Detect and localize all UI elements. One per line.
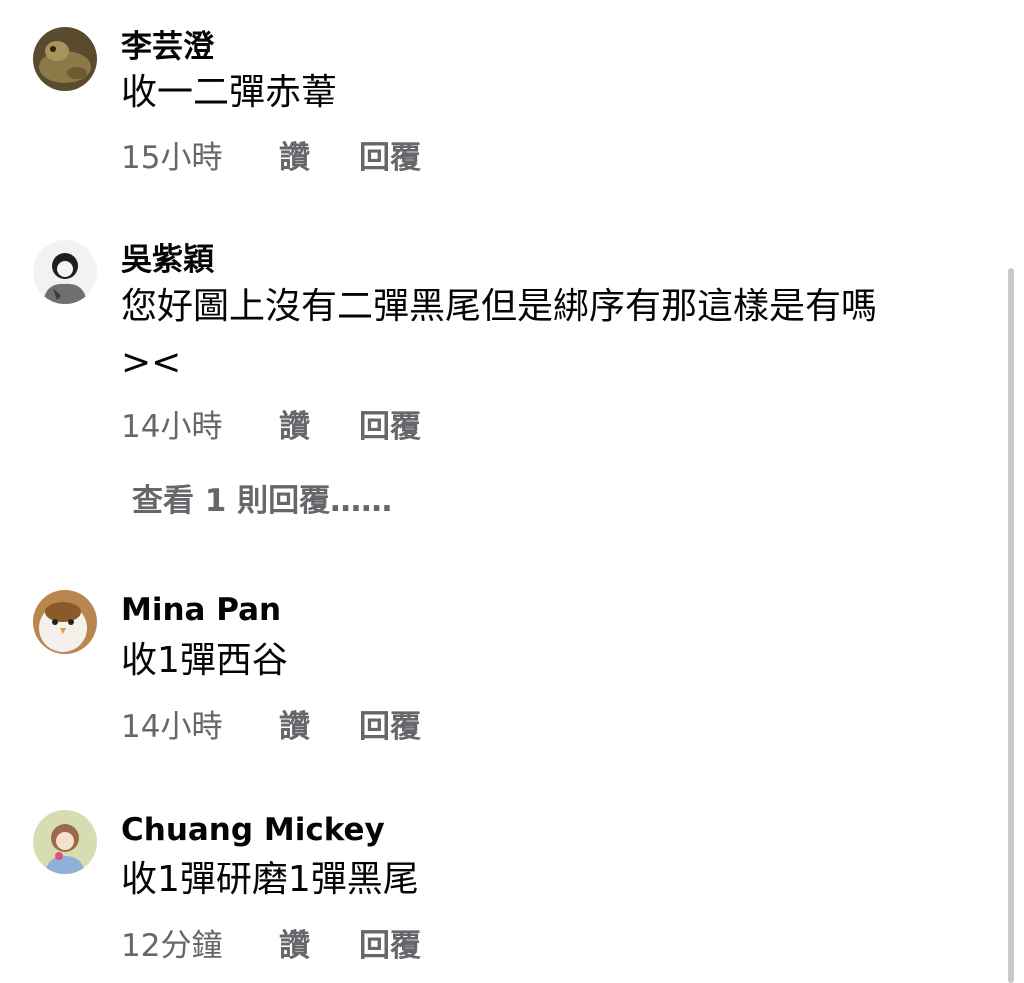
like-button[interactable]: 讚 bbox=[279, 928, 359, 964]
comment-author[interactable]: Mina Pan bbox=[121, 592, 281, 628]
comment-actions: 14小時讚回覆 bbox=[121, 409, 421, 445]
comment-author[interactable]: Chuang Mickey bbox=[121, 812, 385, 848]
like-button[interactable]: 讚 bbox=[279, 709, 359, 745]
reply-button[interactable]: 回覆 bbox=[359, 709, 421, 745]
reply-button[interactable]: 回覆 bbox=[359, 409, 421, 445]
comment-actions: 15小時讚回覆 bbox=[121, 140, 421, 176]
comment-timestamp[interactable]: 15小時 bbox=[121, 140, 279, 176]
avatar[interactable] bbox=[33, 810, 97, 874]
reply-button[interactable]: 回覆 bbox=[359, 928, 421, 964]
scrollbar[interactable] bbox=[1008, 268, 1014, 983]
comment-author[interactable]: 李芸澄 bbox=[121, 29, 214, 65]
comment-timestamp[interactable]: 12分鐘 bbox=[121, 928, 279, 964]
reply-button[interactable]: 回覆 bbox=[359, 140, 421, 176]
comment-text: 收一二彈赤葦 bbox=[121, 72, 338, 113]
comment-actions: 12分鐘讚回覆 bbox=[121, 928, 421, 964]
avatar[interactable] bbox=[33, 27, 97, 91]
comment-text: 您好圖上沒有二彈黑尾但是綁序有那這樣是有嗎 >< bbox=[121, 286, 878, 383]
avatar[interactable] bbox=[33, 240, 97, 304]
comment-text: 收1彈西谷 bbox=[121, 640, 288, 681]
like-button[interactable]: 讚 bbox=[279, 140, 359, 176]
view-replies-link[interactable]: 查看 1 則回覆…… bbox=[132, 483, 392, 519]
comment-author[interactable]: 吳紫穎 bbox=[121, 242, 214, 278]
comment-text: 收1彈研磨1彈黑尾 bbox=[121, 859, 419, 900]
comment-timestamp[interactable]: 14小時 bbox=[121, 409, 279, 445]
avatar[interactable] bbox=[33, 590, 97, 654]
comment-timestamp[interactable]: 14小時 bbox=[121, 709, 279, 745]
like-button[interactable]: 讚 bbox=[279, 409, 359, 445]
comment-actions: 14小時讚回覆 bbox=[121, 709, 421, 745]
